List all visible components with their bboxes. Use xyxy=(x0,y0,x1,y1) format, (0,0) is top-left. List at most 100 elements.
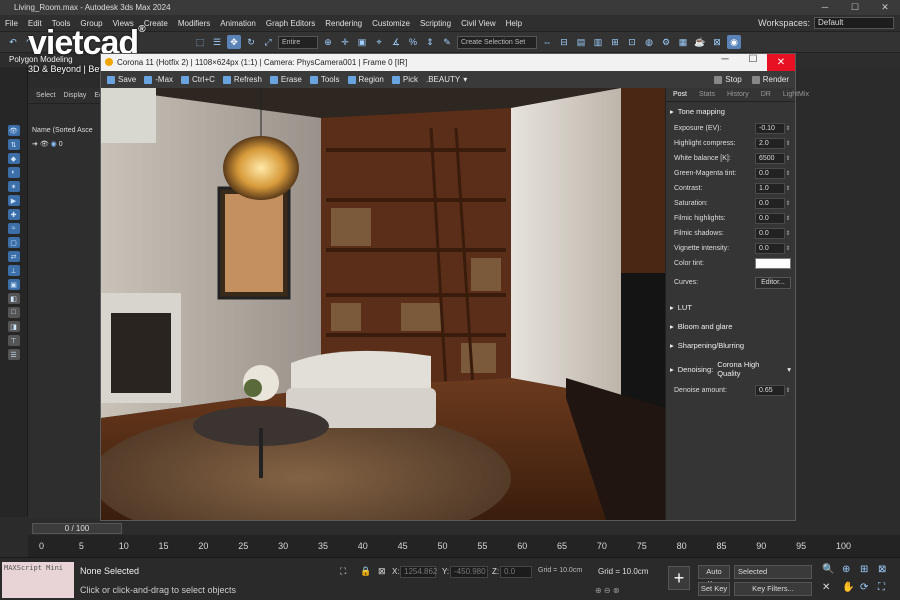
layer-icon[interactable]: ▤ xyxy=(574,35,588,49)
display-all-icon[interactable]: ◧ xyxy=(7,293,20,304)
exposure-field[interactable]: -0.10 xyxy=(755,123,785,134)
filmic-shadows-field[interactable]: 0.0 xyxy=(755,228,785,239)
snaps-toggle-icon[interactable]: ⌖ xyxy=(372,35,386,49)
x-coord-field[interactable]: 1254.862 xyxy=(400,566,437,578)
filter-warps-icon[interactable]: ≈ xyxy=(7,223,20,234)
scale-icon[interactable]: ⤢ xyxy=(261,35,275,49)
vignette-field[interactable]: 0.0 xyxy=(755,243,785,254)
filter-shapes-icon[interactable]: ◐ xyxy=(7,167,20,178)
key-mode-dropdown[interactable]: Selected xyxy=(734,565,812,579)
zoom-all-icon[interactable]: ⊕ xyxy=(842,564,850,575)
menu-animation[interactable]: Animation xyxy=(215,19,261,28)
denoising-section[interactable]: ▸ Denoising: Corona High Quality ▾ xyxy=(666,355,795,383)
erase-button[interactable]: Erase xyxy=(269,75,302,84)
pan-icon[interactable]: ✋ xyxy=(842,582,854,593)
absolute-mode-icon[interactable]: ⊠ xyxy=(378,566,386,577)
rendered-frame-window-icon[interactable]: ▦ xyxy=(676,35,690,49)
layers-icon[interactable]: ☰ xyxy=(7,349,20,360)
time-slider[interactable]: 0 / 100 xyxy=(28,522,900,535)
scene-explorer-icon[interactable]: 👁 xyxy=(7,125,20,136)
y-coord-field[interactable]: -450.980 xyxy=(450,566,488,578)
render-image[interactable] xyxy=(101,88,665,520)
vfb-close-button[interactable]: ✕ xyxy=(767,54,795,71)
white-balance-field[interactable]: 6500 xyxy=(755,153,785,164)
menu-scripting[interactable]: Scripting xyxy=(415,19,456,28)
tab-select[interactable]: Select xyxy=(36,92,55,99)
add-time-tag-icon[interactable]: ⊕ ⊖ ⊗ xyxy=(595,586,620,595)
denoise-mode-dropdown[interactable]: Corona High Quality xyxy=(717,360,783,378)
select-manipulate-icon[interactable]: ✛ xyxy=(338,35,352,49)
filter-containers-icon[interactable]: ▣ xyxy=(7,279,20,290)
zoom-icon[interactable]: 🔍 xyxy=(822,564,834,575)
tab-stats[interactable]: Stats xyxy=(694,91,720,101)
orbit-icon[interactable]: ⟳ xyxy=(860,582,868,593)
refresh-button[interactable]: Refresh xyxy=(222,75,262,84)
bloom-section[interactable]: ▸ Bloom and glare xyxy=(666,317,795,336)
expand-icon[interactable]: ➔ xyxy=(32,141,38,148)
sharpen-section[interactable]: ▸ Sharpening/Blurring xyxy=(666,336,795,355)
menu-rendering[interactable]: Rendering xyxy=(320,19,367,28)
menu-file[interactable]: File xyxy=(0,19,23,28)
invert-display-icon[interactable]: ◨ xyxy=(7,321,20,332)
render-button[interactable]: Render xyxy=(751,75,789,84)
vfb-minimize-button[interactable]: ─ xyxy=(711,54,739,71)
reference-coord-dropdown[interactable]: Entire xyxy=(278,35,318,49)
display-none-icon[interactable]: □ xyxy=(7,307,20,318)
tint-field[interactable]: 0.0 xyxy=(755,168,785,179)
saturation-field[interactable]: 0.0 xyxy=(755,198,785,209)
tab-lightmix[interactable]: LightMix xyxy=(778,91,814,101)
track-bar[interactable]: 0 5 10 15 20 25 30 35 40 45 50 55 60 65 70 75 80 85 90 95 10… xyxy=(28,535,900,557)
tab-post[interactable]: Post xyxy=(668,91,692,101)
filter-cameras-icon[interactable]: ▶ xyxy=(7,195,20,206)
zoom-extents-all-icon[interactable]: ⊠ xyxy=(878,564,886,575)
copy-button[interactable]: Ctrl+C xyxy=(181,75,215,84)
color-tint-swatch[interactable] xyxy=(755,258,791,269)
tools-button[interactable]: Tools xyxy=(309,75,340,84)
keyboard-shortcut-icon[interactable]: ▣ xyxy=(355,35,369,49)
menu-modifiers[interactable]: Modifiers xyxy=(173,19,215,28)
render-iterative-icon[interactable]: ⊠ xyxy=(710,35,724,49)
field-of-view-icon[interactable]: ✕ xyxy=(822,582,830,593)
filter-lights-icon[interactable]: ✶ xyxy=(7,181,20,192)
column-header[interactable]: Name (Sorted Asce xyxy=(28,124,100,137)
tab-dr[interactable]: DR xyxy=(756,91,776,101)
vfb-maximize-button[interactable]: ☐ xyxy=(739,54,767,71)
highlight-compress-field[interactable]: 2.0 xyxy=(755,138,785,149)
rotate-icon[interactable]: ↻ xyxy=(244,35,258,49)
z-coord-field[interactable]: 0.0 xyxy=(500,566,532,578)
scene-row-0[interactable]: ➔ 👁 ◉ 0 xyxy=(28,137,100,151)
minimize-button[interactable]: ─ xyxy=(810,2,840,13)
selection-set-dropdown[interactable]: Create Selection Set xyxy=(457,35,537,49)
max-button[interactable]: -Max xyxy=(144,75,173,84)
select-icon[interactable]: ⬚ xyxy=(193,35,207,49)
percent-snap-icon[interactable]: % xyxy=(406,35,420,49)
pick-button[interactable]: Pick xyxy=(391,75,418,84)
isolate-icon[interactable]: ⛶ xyxy=(340,566,346,577)
close-button[interactable]: ✕ xyxy=(870,2,900,13)
filter-helpers-icon[interactable]: ✚ xyxy=(7,209,20,220)
eye-icon[interactable]: 👁 xyxy=(40,141,49,148)
maxscript-mini-listener[interactable]: MAXScript Mini xyxy=(2,562,74,598)
edit-named-sets-icon[interactable]: ✎ xyxy=(440,35,454,49)
menu-civil-view[interactable]: Civil View xyxy=(456,19,501,28)
key-filters-button[interactable]: Key Filters... xyxy=(734,582,812,596)
material-editor-icon[interactable]: ◍ xyxy=(642,35,656,49)
lock-icon[interactable]: 🔒 xyxy=(360,566,371,577)
filmic-highlights-field[interactable]: 0.0 xyxy=(755,213,785,224)
tone-mapping-section[interactable]: ▸ Tone mapping xyxy=(666,102,795,121)
maximize-button[interactable]: ☐ xyxy=(840,2,870,13)
save-button[interactable]: Save xyxy=(107,75,136,84)
menu-graph-editors[interactable]: Graph Editors xyxy=(261,19,320,28)
filter-bones-icon[interactable]: ⊥ xyxy=(7,265,20,276)
corona-icon[interactable]: ◉ xyxy=(727,35,741,49)
denoise-amount-field[interactable]: 0.65 xyxy=(755,385,785,396)
workspaces-dropdown[interactable]: Default xyxy=(814,17,894,29)
render-element-dropdown[interactable]: .BEAUTY ▾ xyxy=(426,75,467,84)
zoom-extents-icon[interactable]: ⊞ xyxy=(860,564,868,575)
hierarchy-icon[interactable]: ⊤ xyxy=(7,335,20,346)
stop-button[interactable]: Stop xyxy=(714,75,742,84)
align-icon[interactable]: ⊟ xyxy=(557,35,571,49)
filter-groups-icon[interactable]: ▢ xyxy=(7,237,20,248)
tab-display[interactable]: Display xyxy=(63,92,86,99)
move-icon[interactable]: ✥ xyxy=(227,35,241,49)
